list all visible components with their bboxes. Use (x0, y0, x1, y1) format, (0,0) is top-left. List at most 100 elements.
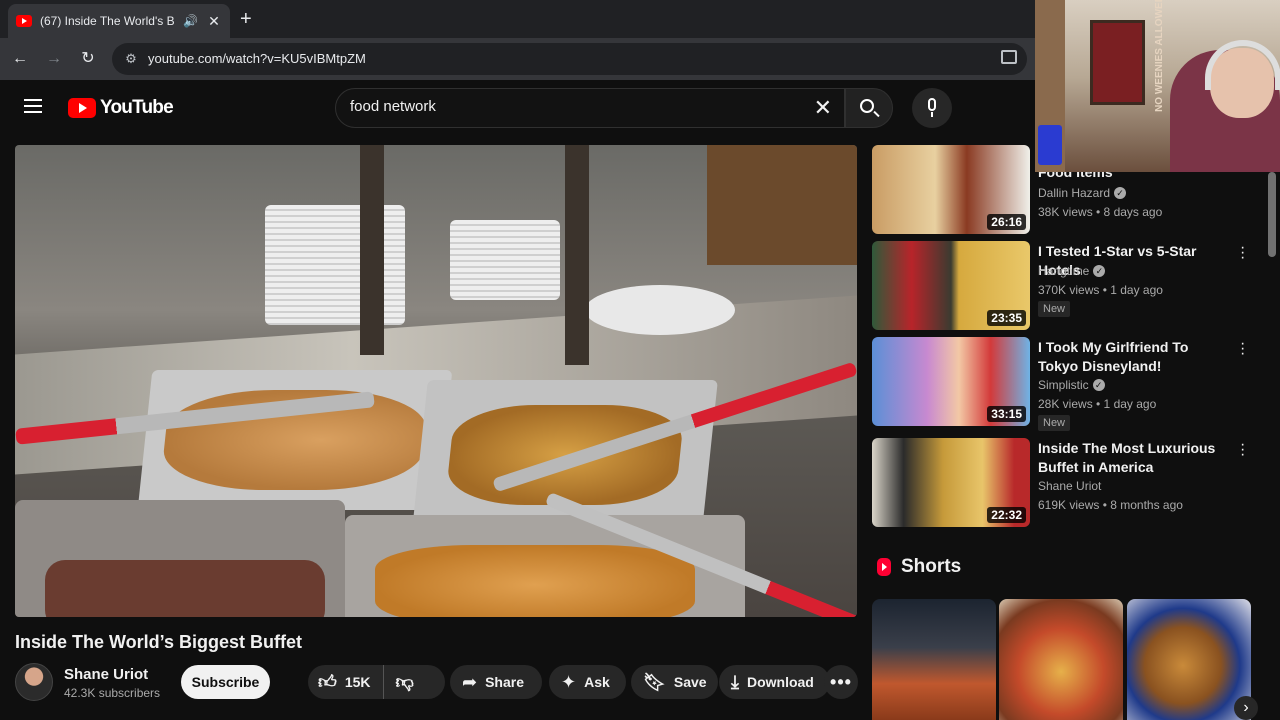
bookmark-icon: 🔖︎ (643, 672, 666, 692)
video-duration: 33:15 (987, 406, 1026, 422)
thumbs-up-icon: 👍︎ (318, 672, 337, 692)
video-meta: 38K views • 8 days ago (1038, 205, 1163, 219)
shorts-icon (877, 558, 891, 576)
video-player[interactable] (15, 145, 857, 617)
thumbs-down-icon: 👎︎ (395, 672, 414, 692)
short-thumbnail[interactable] (872, 599, 996, 720)
share-label: Share (485, 674, 525, 690)
page-scrollbar[interactable] (1268, 172, 1276, 257)
menu-icon[interactable] (24, 99, 42, 113)
video-thumbnail[interactable]: 23:35 (872, 241, 1030, 330)
browser-toolbar: ← → ↻ ⚙ youtube.com/watch?v=KU5vIBMtpZM (0, 38, 1035, 80)
ask-button[interactable]: ✦ Ask (549, 665, 626, 699)
close-tab-icon[interactable]: ✕ (206, 13, 222, 30)
video-frame-tray (15, 500, 345, 617)
recommended-channel[interactable]: Dallin Hazard ✓ (1038, 186, 1127, 200)
forward-arrow-icon[interactable]: → (42, 47, 66, 71)
like-count: 15K (344, 674, 371, 690)
channel-name: Shane Uriot (1038, 479, 1102, 493)
new-badge: New (1038, 301, 1071, 317)
verified-badge-icon: ✓ (1114, 187, 1127, 199)
channel-avatar[interactable] (15, 663, 53, 701)
search-box[interactable]: ✕ (335, 88, 845, 128)
download-label: Download (746, 674, 814, 690)
chevron-right-icon[interactable]: › (1234, 696, 1258, 720)
share-button[interactable]: ➦ Share (450, 665, 542, 699)
video-frame-pole (565, 145, 589, 365)
recommended-channel[interactable]: Shane Uriot (1038, 479, 1101, 493)
video-frame-plates (265, 205, 405, 325)
clear-search-icon[interactable]: ✕ (814, 95, 832, 121)
youtube-logo[interactable]: YouTube (68, 97, 174, 119)
more-vert-icon[interactable]: · · · (1240, 437, 1246, 463)
dislike-button[interactable]: 👎︎ (384, 673, 414, 691)
tab-title: (67) Inside The World's Bigg (40, 14, 175, 28)
more-actions-button[interactable]: ••• (824, 665, 858, 699)
webcam-poster: NO WEENIES ALLOWED (1090, 0, 1165, 112)
video-frame-plates (450, 220, 560, 300)
like-dislike-group: 👍︎ 15K 👎︎ (308, 665, 445, 699)
recommended-channel[interactable]: Simplistic ✓ (1038, 378, 1105, 392)
recommended-channel[interactable]: Hangtime ✓ (1038, 264, 1106, 278)
video-frame-tray (345, 515, 745, 617)
ask-label: Ask (584, 674, 610, 690)
browser-tab[interactable]: (67) Inside The World's Bigg 🔊 ✕ (8, 4, 230, 38)
video-title: Inside The World’s Biggest Buffet (15, 632, 303, 652)
more-horizontal-icon: ••• (830, 671, 852, 692)
video-meta: 619K views • 8 months ago (1038, 498, 1183, 512)
search-button[interactable] (845, 88, 893, 128)
youtube-play-icon (68, 98, 96, 118)
save-label: Save (673, 674, 707, 690)
share-icon: ➦ (462, 672, 478, 692)
channel-name: Simplistic (1038, 378, 1089, 392)
like-button[interactable]: 👍︎ 15K (308, 665, 384, 699)
video-duration: 22:32 (987, 507, 1026, 523)
video-frame-pancake-tray (137, 370, 453, 510)
short-thumbnail[interactable] (1127, 599, 1251, 720)
channel-name[interactable]: Shane Uriot (64, 666, 148, 683)
short-thumbnail[interactable] (999, 599, 1123, 720)
site-info-icon[interactable]: ⚙ (122, 50, 140, 68)
sparkle-icon: ✦ (561, 672, 577, 692)
speaker-icon[interactable]: 🔊 (183, 14, 198, 28)
back-arrow-icon[interactable]: ← (8, 47, 32, 71)
recommended-video-title[interactable]: I Took My Girlfriend To Tokyo Disneyland… (1038, 338, 1228, 376)
headset-icon (1205, 40, 1280, 90)
recommended-video[interactable]: 23:35 I Tested 1-Star vs 5-Star Hotels ·… (872, 240, 1267, 331)
video-meta: 28K views • 1 day ago (1038, 397, 1157, 411)
video-thumbnail[interactable]: 22:32 (872, 438, 1030, 527)
search-icon (860, 99, 874, 113)
video-thumbnail[interactable]: 26:16 (872, 145, 1030, 234)
microphone-icon (928, 98, 936, 111)
shorts-shelf-header: Shorts (877, 556, 961, 578)
download-button[interactable]: ⤓ Download (719, 665, 830, 699)
video-frame-plate (585, 285, 735, 335)
video-owner-row: Shane Uriot 42.3K subscribers Subscribe … (15, 663, 875, 701)
youtube-logo-text: YouTube (100, 97, 174, 118)
youtube-favicon-icon (16, 15, 32, 27)
poster-text: NO WEENIES ALLOWED (1153, 0, 1165, 112)
video-duration: 26:16 (987, 214, 1026, 230)
more-vert-icon[interactable]: · · · (1240, 336, 1246, 362)
video-frame-wood-panel (707, 145, 857, 265)
video-thumbnail[interactable]: 33:15 (872, 337, 1030, 426)
voice-search-button[interactable] (912, 88, 952, 128)
reload-icon[interactable]: ↻ (76, 47, 100, 71)
webcam-cup (1038, 125, 1062, 165)
recommended-video[interactable]: 33:15 I Took My Girlfriend To Tokyo Disn… (872, 336, 1267, 431)
address-bar[interactable]: ⚙ youtube.com/watch?v=KU5vIBMtpZM (112, 43, 1027, 75)
more-vert-icon[interactable]: · · · (1240, 240, 1246, 266)
cast-icon[interactable] (1001, 50, 1017, 64)
verified-badge-icon: ✓ (1093, 265, 1106, 277)
subscriber-count: 42.3K subscribers (64, 686, 161, 700)
browser-tab-strip: (67) Inside The World's Bigg 🔊 ✕ + (0, 0, 1035, 38)
recommended-video[interactable]: 22:32 Inside The Most Luxurious Buffet i… (872, 437, 1267, 528)
new-tab-button[interactable]: + (240, 8, 252, 31)
url-text[interactable]: youtube.com/watch?v=KU5vIBMtpZM (148, 51, 366, 66)
search-input[interactable] (350, 98, 790, 115)
subscribe-button[interactable]: Subscribe (181, 665, 270, 699)
video-duration: 23:35 (987, 310, 1026, 326)
recommended-video-title[interactable]: Inside The Most Luxurious Buffet in Amer… (1038, 439, 1228, 477)
save-button[interactable]: 🔖︎ Save (631, 665, 718, 699)
download-icon: ⤓ (731, 672, 739, 692)
